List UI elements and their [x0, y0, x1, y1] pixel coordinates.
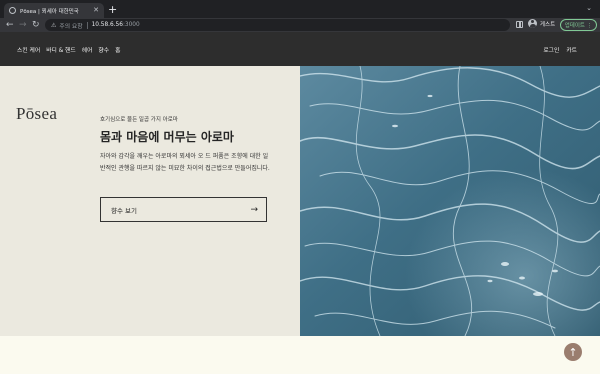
brand-logo[interactable]: Pōsea — [16, 104, 57, 124]
site-header: 스킨 케어 바디 & 핸드 헤어 향수 홈 로그인 카트 — [0, 32, 600, 66]
browser-tab[interactable]: Pōsea | 푀세아 대한민국 ✕ — [4, 3, 104, 18]
nav-item-fragrance[interactable]: 향수 — [98, 45, 109, 54]
guest-avatar-icon — [528, 19, 537, 28]
browser-tabstrip: Pōsea | 푀세아 대한민국 ✕ + ⌄ — [0, 0, 600, 18]
profile-button[interactable]: 게스트 — [528, 19, 555, 28]
main-nav: 스킨 케어 바디 & 핸드 헤어 향수 홈 — [17, 45, 120, 54]
tab-close-icon[interactable]: ✕ — [93, 7, 99, 14]
hero-text-panel: Pōsea 호기심으로 물든 일곱 가지 아로마 몸과 마음에 머무는 아로마 … — [0, 66, 300, 336]
hero-description: 자아와 감각을 깨우는 아로마의 푀세아 오 드 퍼퓸은 조향에 대한 일반적인… — [100, 153, 270, 172]
profile-name: 게스트 — [540, 21, 556, 28]
globe-icon — [9, 7, 16, 14]
browser-toolbar: ← → ↻ ⚠ 주의 요함 10.58.6.56 :3000 게스트 업데이트 … — [0, 18, 600, 32]
reload-icon[interactable]: ↻ — [32, 19, 40, 31]
tab-search-chevron-icon[interactable]: ⌄ — [586, 4, 592, 12]
scroll-to-top-button[interactable]: ↑ — [564, 343, 582, 361]
hero-headline: 몸과 마음에 머무는 아로마 — [100, 130, 234, 144]
forward-arrow-icon[interactable]: → — [19, 19, 27, 31]
address-divider — [86, 21, 88, 29]
hero-eyebrow: 호기심으로 물든 일곱 가지 아로마 — [100, 117, 178, 123]
nav-item-hair[interactable]: 헤어 — [82, 45, 93, 54]
nav-item-home[interactable]: 홈 — [115, 45, 120, 54]
address-bar[interactable]: ⚠ 주의 요함 10.58.6.56 :3000 — [45, 19, 510, 31]
view-fragrance-button[interactable]: 향수 보기 → — [100, 197, 267, 222]
cart-link[interactable]: 카트 — [566, 45, 577, 54]
arrow-right-icon: → — [250, 204, 258, 215]
tab-title: Pōsea | 푀세아 대한민국 — [20, 8, 79, 15]
cta-label: 향수 보기 — [111, 206, 137, 215]
nav-item-body-hand[interactable]: 바디 & 핸드 — [46, 45, 76, 54]
url-port: :3000 — [122, 22, 140, 28]
warning-icon[interactable]: ⚠ — [51, 22, 56, 29]
back-arrow-icon[interactable]: ← — [6, 19, 14, 31]
security-label[interactable]: 주의 요함 — [59, 21, 82, 30]
new-tab-button[interactable]: + — [108, 3, 117, 16]
water-surface-image — [300, 66, 600, 336]
update-button[interactable]: 업데이트 ⋮ — [560, 19, 597, 31]
nav-item-skincare[interactable]: 스킨 케어 — [17, 45, 40, 54]
next-section-band — [0, 336, 600, 374]
url-host: 10.58.6.56 — [91, 22, 123, 28]
account-nav: 로그인 카트 — [543, 45, 577, 54]
side-panel-icon[interactable] — [516, 21, 523, 28]
login-link[interactable]: 로그인 — [543, 45, 559, 54]
